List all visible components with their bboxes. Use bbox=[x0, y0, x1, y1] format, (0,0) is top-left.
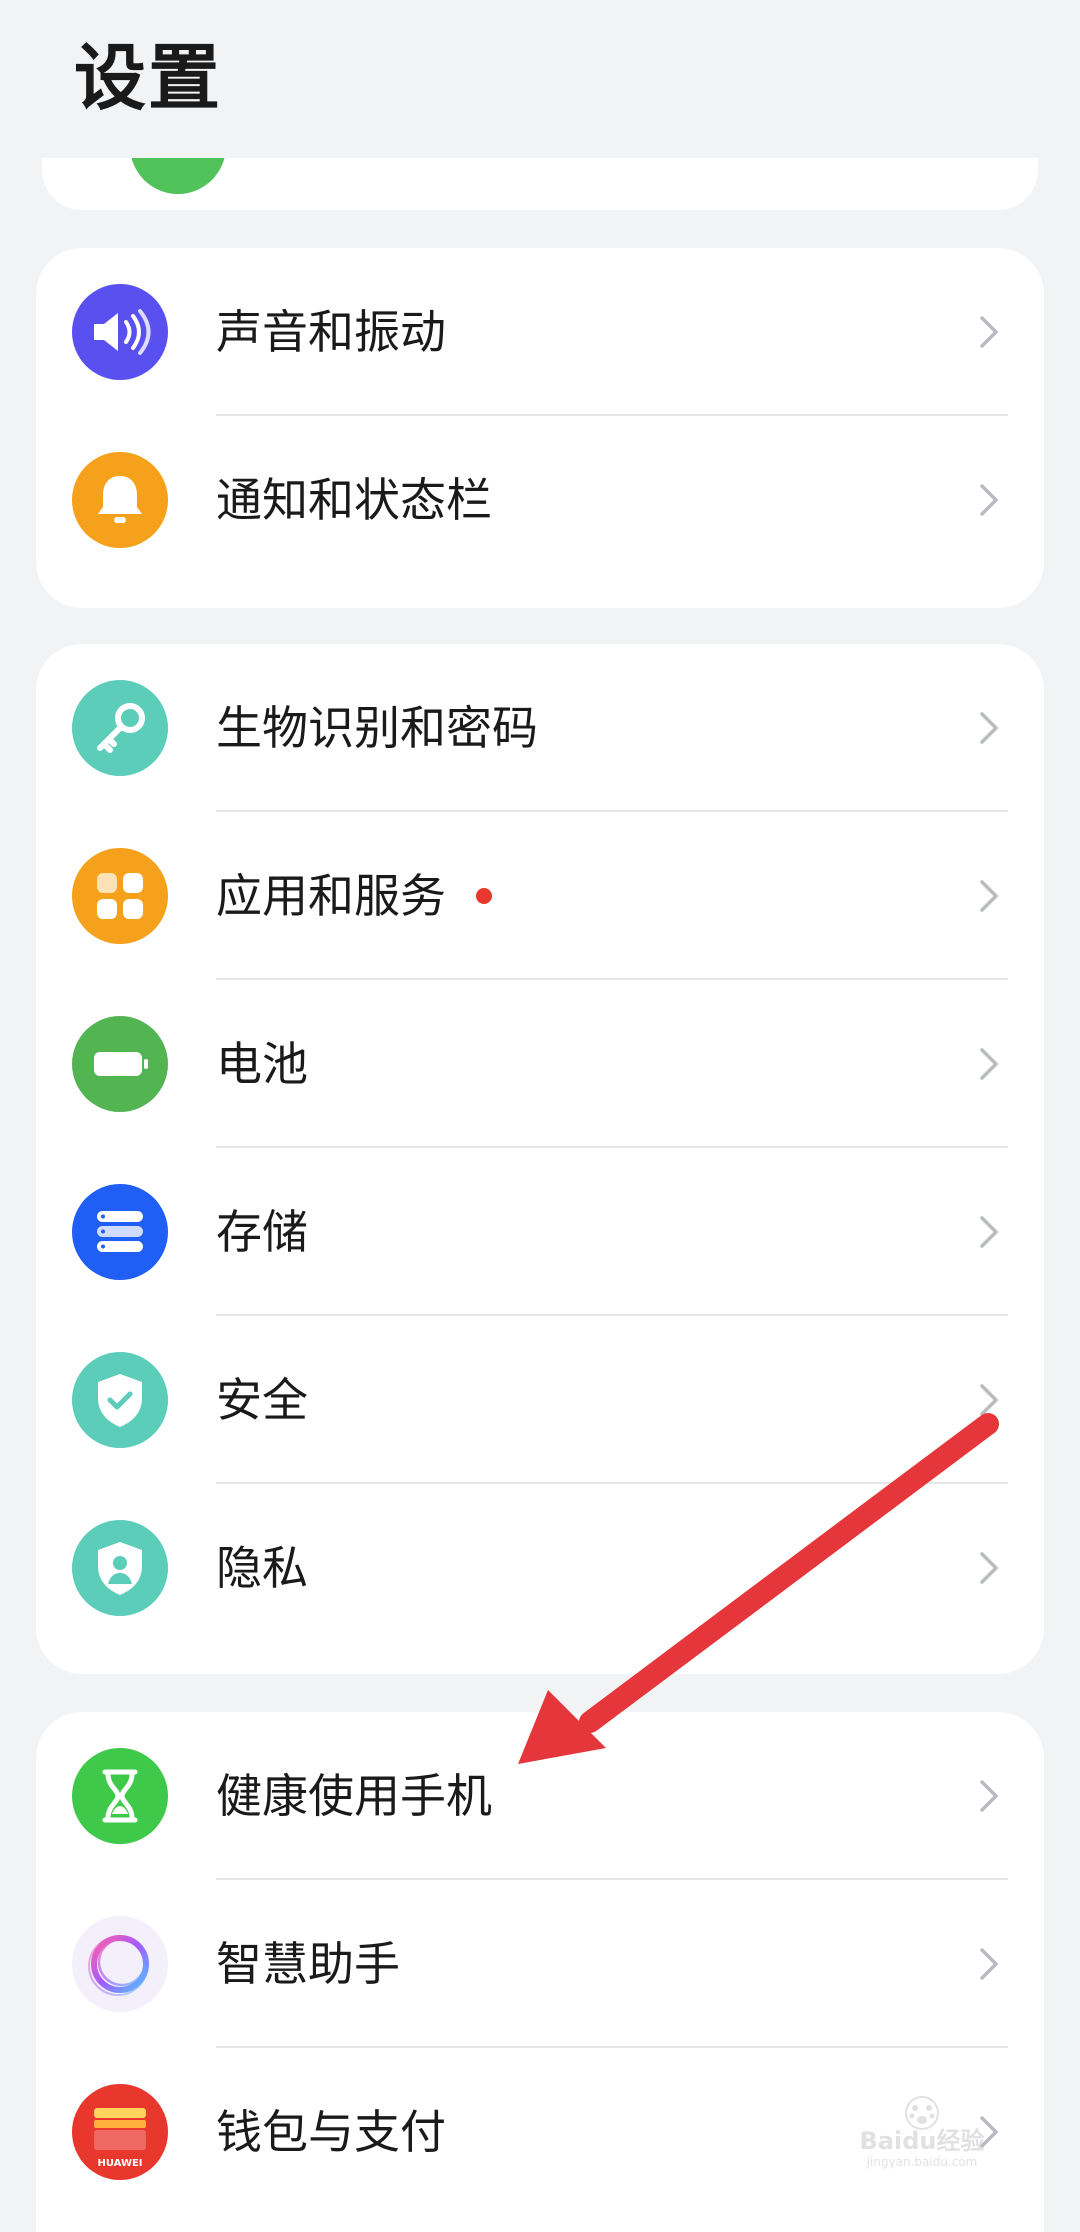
chevron-right-icon bbox=[980, 712, 998, 744]
settings-item-label: 隐私 bbox=[216, 1541, 308, 1595]
chevron-right-icon bbox=[980, 316, 998, 348]
chevron-right-icon bbox=[980, 484, 998, 516]
chevron-right-icon bbox=[980, 1048, 998, 1080]
settings-item-battery[interactable]: 电池 bbox=[36, 980, 1044, 1148]
settings-item-label: 钱包与支付 bbox=[216, 2105, 446, 2159]
watermark-subtext: jingyan.baidu.com bbox=[866, 2155, 978, 2169]
settings-item-label: 智慧助手 bbox=[216, 1937, 400, 1991]
partial-settings-card bbox=[42, 158, 1038, 210]
chevron-right-icon bbox=[980, 1552, 998, 1584]
settings-item-label: 电池 bbox=[216, 1037, 308, 1091]
settings-item-label: 声音和振动 bbox=[216, 305, 446, 359]
settings-item-storage[interactable]: 存储 bbox=[36, 1148, 1044, 1316]
privacy-shield-icon bbox=[72, 1520, 168, 1616]
partial-icon bbox=[130, 158, 226, 194]
chevron-right-icon bbox=[980, 1384, 998, 1416]
assistant-ring-icon bbox=[72, 1916, 168, 2012]
baidu-watermark: Baidu经验 jingyan.baidu.com bbox=[822, 2091, 1022, 2171]
settings-item-label: 通知和状态栏 bbox=[216, 473, 492, 527]
settings-item-biometrics[interactable]: 生物识别和密码 bbox=[36, 644, 1044, 812]
settings-item-label: 存储 bbox=[216, 1205, 308, 1259]
apps-grid-icon bbox=[72, 848, 168, 944]
chevron-right-icon bbox=[980, 880, 998, 912]
key-icon bbox=[72, 680, 168, 776]
settings-item-label: 安全 bbox=[216, 1373, 308, 1427]
page-title: 设置 bbox=[74, 36, 223, 120]
settings-item-digital-balance[interactable]: 健康使用手机 bbox=[36, 1712, 1044, 1880]
baidu-paw-icon: Baidu经验 jingyan.baidu.com bbox=[860, 2096, 985, 2169]
wallet-icon-text: HUAWEI bbox=[97, 2158, 142, 2169]
settings-item-security[interactable]: 安全 bbox=[36, 1316, 1044, 1484]
storage-icon bbox=[72, 1184, 168, 1280]
settings-item-label-text: 应用和服务 bbox=[216, 869, 446, 923]
speaker-icon bbox=[72, 284, 168, 380]
watermark-text: Baidu经验 bbox=[860, 2127, 985, 2155]
settings-item-smart-assistant[interactable]: 智慧助手 bbox=[36, 1880, 1044, 2048]
settings-item-privacy[interactable]: 隐私 bbox=[36, 1484, 1044, 1652]
settings-item-notifications[interactable]: 通知和状态栏 bbox=[36, 416, 1044, 584]
chevron-right-icon bbox=[980, 1216, 998, 1248]
settings-item-label: 应用和服务 bbox=[216, 812, 492, 980]
bell-icon bbox=[72, 452, 168, 548]
notification-badge-dot bbox=[476, 887, 492, 904]
hourglass-icon bbox=[72, 1748, 168, 1844]
chevron-right-icon bbox=[980, 1948, 998, 1980]
settings-group-2: 生物识别和密码 应用和服务 电池 存储 安全 隐私 bbox=[36, 644, 1044, 1674]
battery-icon bbox=[72, 1016, 168, 1112]
settings-item-apps[interactable]: 应用和服务 bbox=[36, 812, 1044, 980]
settings-item-label: 生物识别和密码 bbox=[216, 701, 538, 755]
settings-item-label: 健康使用手机 bbox=[216, 1769, 492, 1823]
settings-group-1: 声音和振动 通知和状态栏 bbox=[36, 248, 1044, 608]
wallet-icon: HUAWEI bbox=[72, 2084, 168, 2180]
settings-item-sound[interactable]: 声音和振动 bbox=[36, 248, 1044, 416]
shield-check-icon bbox=[72, 1352, 168, 1448]
chevron-right-icon bbox=[980, 1780, 998, 1812]
